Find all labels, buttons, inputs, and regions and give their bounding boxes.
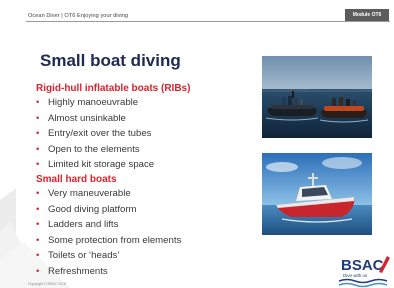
- module-badge: Module OT6: [345, 9, 389, 21]
- bullet-icon: •: [36, 250, 40, 261]
- bullet-icon: •: [36, 97, 40, 108]
- bullet-icon: •: [36, 234, 40, 246]
- list-item: • Toilets or ‘heads’: [36, 248, 181, 264]
- bsac-logo: BSAC Dive with us: [338, 256, 390, 288]
- bullet-icon: •: [36, 143, 40, 155]
- rib-boats-photo: [262, 56, 372, 138]
- slide: Ocean Diver | OT6 Enjoying your diving M…: [0, 0, 394, 288]
- bullet-icon: •: [36, 128, 40, 139]
- hard-boat-bullet-list: • Very maneuverable • Good diving platform…: [36, 186, 181, 279]
- header-divider: [26, 21, 390, 22]
- slide-title: Small boat diving: [40, 51, 181, 70]
- logo-wordmark: BSAC: [341, 257, 384, 274]
- list-item: • Limited kit storage space: [36, 157, 154, 173]
- list-item: • Highly manoeuvrable: [36, 95, 154, 111]
- bullet-icon: •: [36, 219, 40, 230]
- hard-boat-photo: [262, 153, 372, 235]
- bullet-icon: •: [36, 112, 40, 124]
- list-item: • Refreshments: [36, 264, 181, 280]
- bullet-icon: •: [36, 159, 40, 170]
- section-heading-hard-boats: Small hard boats: [36, 174, 117, 185]
- rib-bullet-list: • Highly manoeuvrable • Almost unsinkable …: [36, 95, 154, 173]
- list-item: • Ladders and lifts: [36, 217, 181, 233]
- list-item: • Open to the elements: [36, 142, 154, 158]
- list-item: • Some protection from elements: [36, 233, 181, 249]
- bullet-icon: •: [36, 203, 40, 215]
- list-item: • Very maneuverable: [36, 186, 181, 202]
- bullet-icon: •: [36, 188, 40, 199]
- section-heading-ribs: Rigid-hull inflatable boats (RIBs): [36, 83, 191, 94]
- logo-tagline: Dive with us: [343, 273, 368, 278]
- copyright-footer: Copyright © BSAC 2018: [28, 282, 66, 286]
- list-item: • Good diving platform: [36, 202, 181, 218]
- bullet-icon: •: [36, 265, 40, 277]
- list-item: • Almost unsinkable: [36, 111, 154, 127]
- list-item: • Entry/exit over the tubes: [36, 126, 154, 142]
- header-breadcrumb: Ocean Diver | OT6 Enjoying your diving: [28, 13, 129, 19]
